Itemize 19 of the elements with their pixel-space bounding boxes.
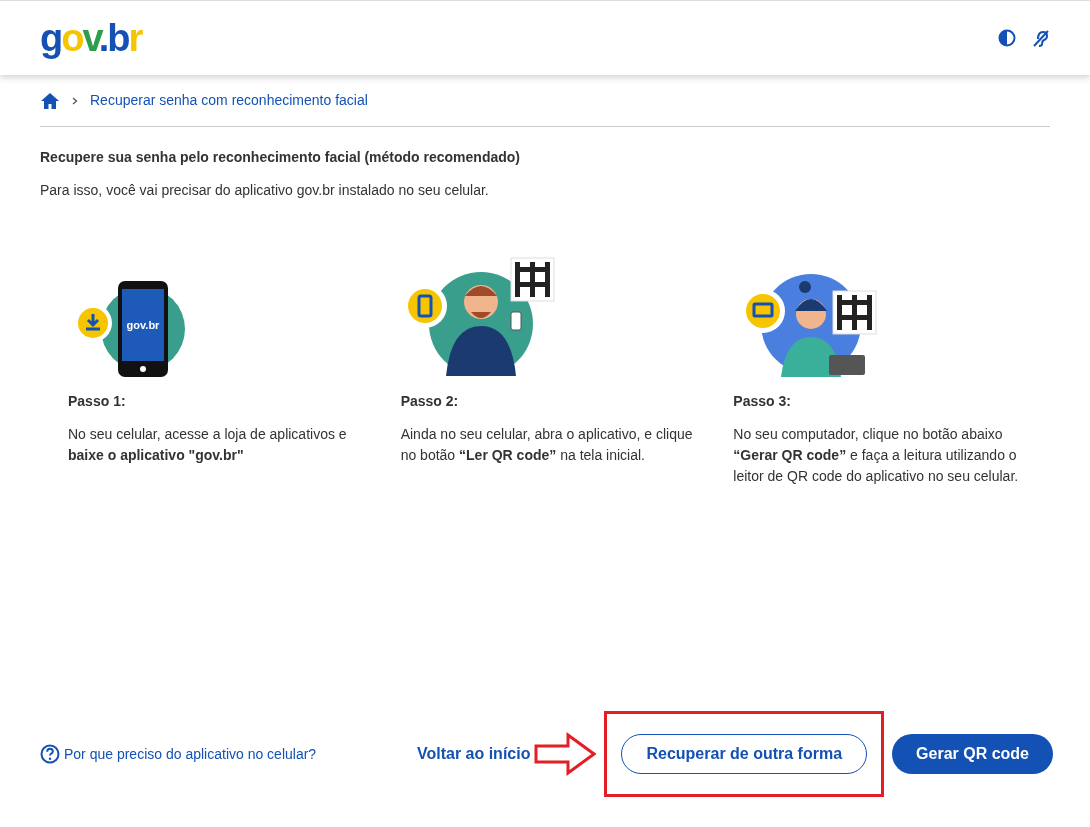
intro-text: Para isso, você vai precisar do aplicativo gov.br instalado no seu celular. [40, 181, 490, 200]
step-title: Passo 1: [68, 392, 127, 411]
gov-logo[interactable]: gov.br [40, 19, 142, 57]
breadcrumb-link[interactable]: Recuperar senha com reconhecimento facial [90, 90, 368, 111]
back-link[interactable]: Voltar ao início [416, 742, 531, 766]
chevron-icon [72, 96, 78, 105]
primary-button[interactable]: Gerar QR code [892, 734, 1053, 774]
hearing-icon[interactable] [1032, 29, 1050, 47]
step-text: No seu computador, clique no botão abaixo “Gerar QR code” e faça a leitura utilizando o leitor de QR code do aplicativo no seu celular. [733, 425, 1020, 486]
step-text: No seu celular, acesse a loja de aplicativos e baixe o aplicativo "gov.br" [68, 425, 348, 465]
secondary-button[interactable]: Recuperar de outra forma [621, 734, 868, 774]
step-title: Passo 3: [733, 392, 792, 411]
step-text: Ainda no seu celular, abra o aplicativo, e clique no botão “Ler QR code” na tela inicial. [400, 425, 694, 465]
arrow-annotation [534, 732, 597, 776]
section-heading: Recupere sua senha pelo reconhecimento facial (método recomendado) [40, 148, 521, 167]
help-icon [40, 744, 60, 764]
contrast-icon[interactable] [998, 29, 1016, 47]
step-title: Passo 2: [400, 392, 460, 411]
home-icon[interactable] [40, 91, 60, 110]
